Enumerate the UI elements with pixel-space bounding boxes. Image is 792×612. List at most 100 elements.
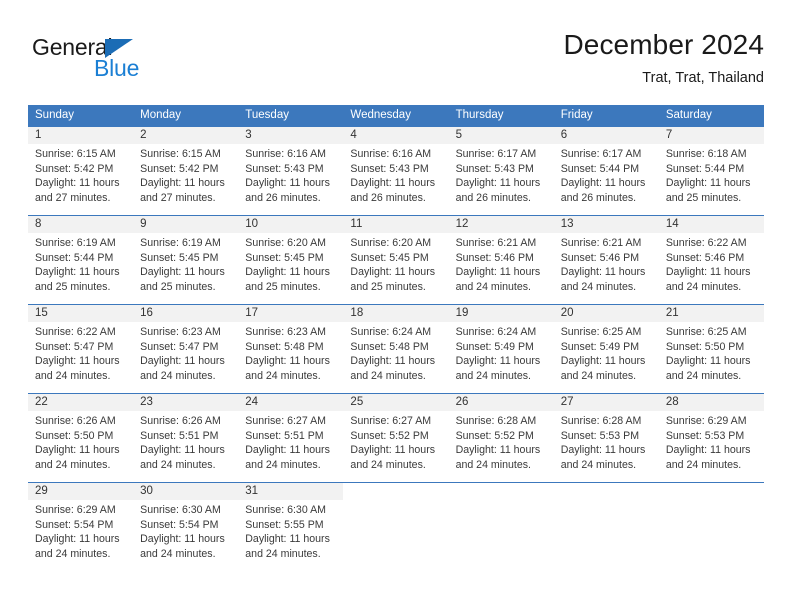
daylight-text-line1: Daylight: 11 hours bbox=[140, 444, 225, 457]
calendar-day-cell[interactable]: 8 Sunrise: 6:19 AM Sunset: 5:44 PM Dayli… bbox=[28, 216, 134, 304]
day-details: Sunrise: 6:27 AM Sunset: 5:52 PM Dayligh… bbox=[343, 411, 448, 472]
calendar-week-row: 1 Sunrise: 6:15 AM Sunset: 5:42 PM Dayli… bbox=[28, 126, 764, 215]
day-details: Sunrise: 6:20 AM Sunset: 5:45 PM Dayligh… bbox=[238, 233, 343, 294]
day-details: Sunrise: 6:28 AM Sunset: 5:53 PM Dayligh… bbox=[554, 411, 659, 472]
daylight-text-line2: and 26 minutes. bbox=[560, 191, 637, 204]
calendar-day-cell[interactable]: 20 Sunrise: 6:25 AM Sunset: 5:49 PM Dayl… bbox=[553, 305, 659, 393]
sunrise-text: Sunrise: 6:22 AM bbox=[35, 326, 116, 338]
day-details: Sunrise: 6:24 AM Sunset: 5:49 PM Dayligh… bbox=[449, 322, 554, 383]
sunrise-text: Sunrise: 6:23 AM bbox=[140, 326, 221, 338]
sunset-text: Sunset: 5:42 PM bbox=[35, 162, 114, 175]
sunrise-text: Sunrise: 6:29 AM bbox=[665, 415, 747, 427]
day-details: Sunrise: 6:18 AM Sunset: 5:44 PM Dayligh… bbox=[659, 144, 764, 205]
calendar-day-cell[interactable]: 31 Sunrise: 6:30 AM Sunset: 5:55 PM Dayl… bbox=[238, 483, 344, 571]
sunrise-text: Sunrise: 6:17 AM bbox=[455, 148, 537, 160]
daylight-text-line2: and 24 minutes. bbox=[140, 458, 216, 471]
daylight-text-line2: and 24 minutes. bbox=[560, 369, 637, 382]
sunset-text: Sunset: 5:45 PM bbox=[140, 251, 219, 264]
day-number bbox=[554, 483, 659, 500]
daylight-text-line1: Daylight: 11 hours bbox=[350, 266, 436, 279]
calendar-day-cell-empty bbox=[659, 483, 764, 571]
day-number: 31 bbox=[238, 483, 344, 500]
daylight-text-line1: Daylight: 11 hours bbox=[560, 355, 646, 368]
day-number bbox=[449, 483, 554, 500]
calendar-day-cell[interactable]: 6 Sunrise: 6:17 AM Sunset: 5:44 PM Dayli… bbox=[553, 127, 659, 215]
sunset-text: Sunset: 5:50 PM bbox=[35, 429, 114, 442]
calendar-day-cell[interactable]: 13 Sunrise: 6:21 AM Sunset: 5:46 PM Dayl… bbox=[553, 216, 659, 304]
calendar-day-cell[interactable]: 25 Sunrise: 6:27 AM Sunset: 5:52 PM Dayl… bbox=[343, 394, 449, 482]
day-number: 29 bbox=[28, 483, 134, 500]
sunset-text: Sunset: 5:43 PM bbox=[350, 162, 429, 175]
day-number: 5 bbox=[448, 127, 554, 144]
sunset-text: Sunset: 5:47 PM bbox=[140, 340, 219, 353]
daylight-text-line2: and 25 minutes. bbox=[35, 280, 111, 293]
day-number: 4 bbox=[343, 127, 449, 144]
daylight-text-line1: Daylight: 11 hours bbox=[35, 533, 120, 546]
daylight-text-line2: and 24 minutes. bbox=[455, 280, 531, 293]
sunrise-text: Sunrise: 6:30 AM bbox=[245, 504, 326, 516]
day-details: Sunrise: 6:26 AM Sunset: 5:51 PM Dayligh… bbox=[133, 411, 238, 472]
daylight-text-line1: Daylight: 11 hours bbox=[560, 444, 646, 457]
daylight-text-line2: and 24 minutes. bbox=[35, 369, 111, 382]
day-details: Sunrise: 6:21 AM Sunset: 5:46 PM Dayligh… bbox=[554, 233, 659, 294]
calendar-day-cell[interactable]: 28 Sunrise: 6:29 AM Sunset: 5:53 PM Dayl… bbox=[658, 394, 764, 482]
sunset-text: Sunset: 5:53 PM bbox=[665, 429, 745, 442]
calendar-day-cell[interactable]: 22 Sunrise: 6:26 AM Sunset: 5:50 PM Dayl… bbox=[28, 394, 134, 482]
day-number: 17 bbox=[238, 305, 344, 322]
calendar-day-cell[interactable]: 30 Sunrise: 6:30 AM Sunset: 5:54 PM Dayl… bbox=[133, 483, 239, 571]
day-details: Sunrise: 6:22 AM Sunset: 5:47 PM Dayligh… bbox=[28, 322, 133, 383]
calendar-day-cell[interactable]: 29 Sunrise: 6:29 AM Sunset: 5:54 PM Dayl… bbox=[28, 483, 134, 571]
daylight-text-line1: Daylight: 11 hours bbox=[35, 266, 120, 279]
calendar-day-cell[interactable]: 5 Sunrise: 6:17 AM Sunset: 5:43 PM Dayli… bbox=[448, 127, 554, 215]
calendar-day-cell[interactable]: 19 Sunrise: 6:24 AM Sunset: 5:49 PM Dayl… bbox=[448, 305, 554, 393]
calendar-day-cell[interactable]: 17 Sunrise: 6:23 AM Sunset: 5:48 PM Dayl… bbox=[238, 305, 344, 393]
sunset-text: Sunset: 5:43 PM bbox=[455, 162, 534, 175]
calendar-day-cell[interactable]: 24 Sunrise: 6:27 AM Sunset: 5:51 PM Dayl… bbox=[238, 394, 344, 482]
calendar-day-cell[interactable]: 14 Sunrise: 6:22 AM Sunset: 5:46 PM Dayl… bbox=[658, 216, 764, 304]
calendar-day-cell[interactable]: 4 Sunrise: 6:16 AM Sunset: 5:43 PM Dayli… bbox=[343, 127, 449, 215]
daylight-text-line1: Daylight: 11 hours bbox=[245, 444, 330, 457]
calendar-day-cell[interactable]: 1 Sunrise: 6:15 AM Sunset: 5:42 PM Dayli… bbox=[28, 127, 134, 215]
daylight-text-line1: Daylight: 11 hours bbox=[455, 444, 541, 457]
sunrise-text: Sunrise: 6:24 AM bbox=[350, 326, 432, 338]
day-details: Sunrise: 6:15 AM Sunset: 5:42 PM Dayligh… bbox=[133, 144, 238, 205]
day-number: 14 bbox=[658, 216, 764, 233]
daylight-text-line1: Daylight: 11 hours bbox=[350, 355, 436, 368]
sunrise-text: Sunrise: 6:20 AM bbox=[245, 237, 326, 249]
sunrise-text: Sunrise: 6:22 AM bbox=[665, 237, 747, 249]
calendar-day-cell[interactable]: 21 Sunrise: 6:25 AM Sunset: 5:50 PM Dayl… bbox=[658, 305, 764, 393]
daylight-text-line2: and 24 minutes. bbox=[140, 369, 216, 382]
calendar-day-cell[interactable]: 27 Sunrise: 6:28 AM Sunset: 5:53 PM Dayl… bbox=[553, 394, 659, 482]
calendar-day-cell[interactable]: 23 Sunrise: 6:26 AM Sunset: 5:51 PM Dayl… bbox=[133, 394, 239, 482]
daylight-text-line2: and 24 minutes. bbox=[665, 369, 742, 382]
calendar-day-cell[interactable]: 12 Sunrise: 6:21 AM Sunset: 5:46 PM Dayl… bbox=[448, 216, 554, 304]
calendar-day-cell[interactable]: 11 Sunrise: 6:20 AM Sunset: 5:45 PM Dayl… bbox=[343, 216, 449, 304]
brand-logo[interactable]: General Blue bbox=[32, 34, 232, 90]
sunrise-text: Sunrise: 6:19 AM bbox=[35, 237, 116, 249]
daylight-text-line1: Daylight: 11 hours bbox=[665, 177, 751, 190]
calendar-day-cell[interactable]: 16 Sunrise: 6:23 AM Sunset: 5:47 PM Dayl… bbox=[133, 305, 239, 393]
title-block: December 2024 Trat, Trat, Thailand bbox=[563, 28, 764, 88]
calendar-week-row: 8 Sunrise: 6:19 AM Sunset: 5:44 PM Dayli… bbox=[28, 215, 764, 304]
daylight-text-line2: and 24 minutes. bbox=[665, 280, 742, 293]
calendar-week-row: 29 Sunrise: 6:29 AM Sunset: 5:54 PM Dayl… bbox=[28, 482, 764, 571]
daylight-text-line1: Daylight: 11 hours bbox=[245, 355, 330, 368]
weekday-header-friday: Friday bbox=[560, 109, 593, 121]
calendar-day-cell[interactable]: 3 Sunrise: 6:16 AM Sunset: 5:43 PM Dayli… bbox=[238, 127, 344, 215]
sunrise-text: Sunrise: 6:15 AM bbox=[140, 148, 221, 160]
calendar-day-cell[interactable]: 15 Sunrise: 6:22 AM Sunset: 5:47 PM Dayl… bbox=[28, 305, 134, 393]
daylight-text-line2: and 25 minutes. bbox=[245, 280, 321, 293]
calendar-day-cell[interactable]: 2 Sunrise: 6:15 AM Sunset: 5:42 PM Dayli… bbox=[133, 127, 239, 215]
day-number: 6 bbox=[553, 127, 659, 144]
sunset-text: Sunset: 5:50 PM bbox=[665, 340, 745, 353]
calendar-day-cell[interactable]: 9 Sunrise: 6:19 AM Sunset: 5:45 PM Dayli… bbox=[133, 216, 239, 304]
day-number: 18 bbox=[343, 305, 449, 322]
calendar-day-cell[interactable]: 10 Sunrise: 6:20 AM Sunset: 5:45 PM Dayl… bbox=[238, 216, 344, 304]
calendar-day-cell[interactable]: 26 Sunrise: 6:28 AM Sunset: 5:52 PM Dayl… bbox=[448, 394, 554, 482]
sunset-text: Sunset: 5:52 PM bbox=[350, 429, 429, 442]
calendar-day-cell[interactable]: 18 Sunrise: 6:24 AM Sunset: 5:48 PM Dayl… bbox=[343, 305, 449, 393]
day-number: 24 bbox=[238, 394, 344, 411]
day-number: 16 bbox=[133, 305, 239, 322]
calendar-day-cell[interactable]: 7 Sunrise: 6:18 AM Sunset: 5:44 PM Dayli… bbox=[658, 127, 764, 215]
sunset-text: Sunset: 5:45 PM bbox=[350, 251, 429, 264]
